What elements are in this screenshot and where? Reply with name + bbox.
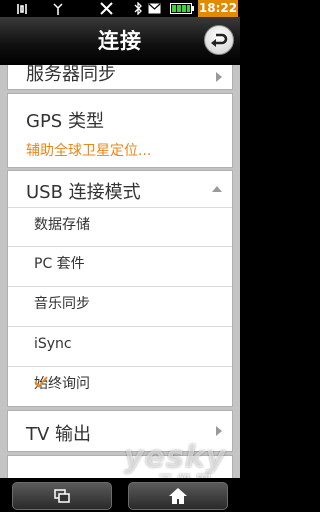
list-item-server-sync[interactable]: 服务器同步	[7, 65, 233, 90]
usb-option-music-sync[interactable]: 音乐同步	[8, 286, 232, 321]
multitask-button[interactable]	[12, 482, 112, 510]
usb-option-pc-suite[interactable]: PC 套件	[8, 246, 232, 281]
home-button[interactable]	[128, 482, 228, 510]
list-item[interactable]	[7, 455, 233, 478]
checkmark-icon	[34, 367, 224, 402]
bottom-navigation-bar	[0, 478, 240, 512]
usb-option-label: 数据存储	[34, 217, 90, 233]
chevron-up-icon	[212, 186, 222, 192]
sms-icon	[147, 0, 161, 17]
chevron-right-icon	[216, 72, 222, 82]
usb-option-always-ask[interactable]: 始终询问	[8, 366, 232, 401]
back-button[interactable]	[204, 25, 234, 55]
list-item-usb-mode[interactable]: USB 连接模式 数据存储 PC 套件 音乐同步 iSync 始终询问	[7, 170, 233, 407]
clock-time: 18:22	[198, 0, 238, 17]
list-item-tv-out[interactable]: TV 输出	[7, 410, 233, 452]
status-bar: 18:22	[0, 0, 240, 17]
usb-mode-label: USB 连接模式	[26, 182, 141, 203]
signal-icon	[50, 0, 66, 17]
tv-out-label: TV 输出	[26, 424, 92, 445]
back-icon	[210, 32, 228, 48]
list-item-gps-type[interactable]: GPS 类型 辅助全球卫星定位...	[7, 93, 233, 168]
gps-type-value: 辅助全球卫星定位...	[26, 143, 152, 159]
usb-option-isync[interactable]: iSync	[8, 326, 232, 361]
chevron-right-icon	[216, 426, 222, 436]
usb-option-mass-storage[interactable]: 数据存储	[8, 207, 232, 242]
bluetooth-icon	[132, 0, 144, 17]
server-sync-label: 服务器同步	[26, 65, 116, 85]
connectivity-settings-list[interactable]: 服务器同步 GPS 类型 辅助全球卫星定位... USB 连接模式 数据存储 P…	[0, 65, 240, 478]
multitask-icon	[54, 489, 70, 503]
battery-icon	[168, 0, 196, 17]
muted-icon	[98, 0, 114, 17]
usb-option-label: 音乐同步	[34, 296, 90, 312]
usb-option-label: PC 套件	[34, 256, 85, 272]
gps-type-label: GPS 类型	[26, 111, 104, 132]
usb-option-label: iSync	[34, 336, 72, 352]
vibrate-icon	[14, 0, 30, 17]
title-bar: 连接	[0, 17, 240, 65]
usb-mode-header[interactable]: USB 连接模式	[8, 171, 232, 207]
home-icon	[168, 487, 188, 505]
